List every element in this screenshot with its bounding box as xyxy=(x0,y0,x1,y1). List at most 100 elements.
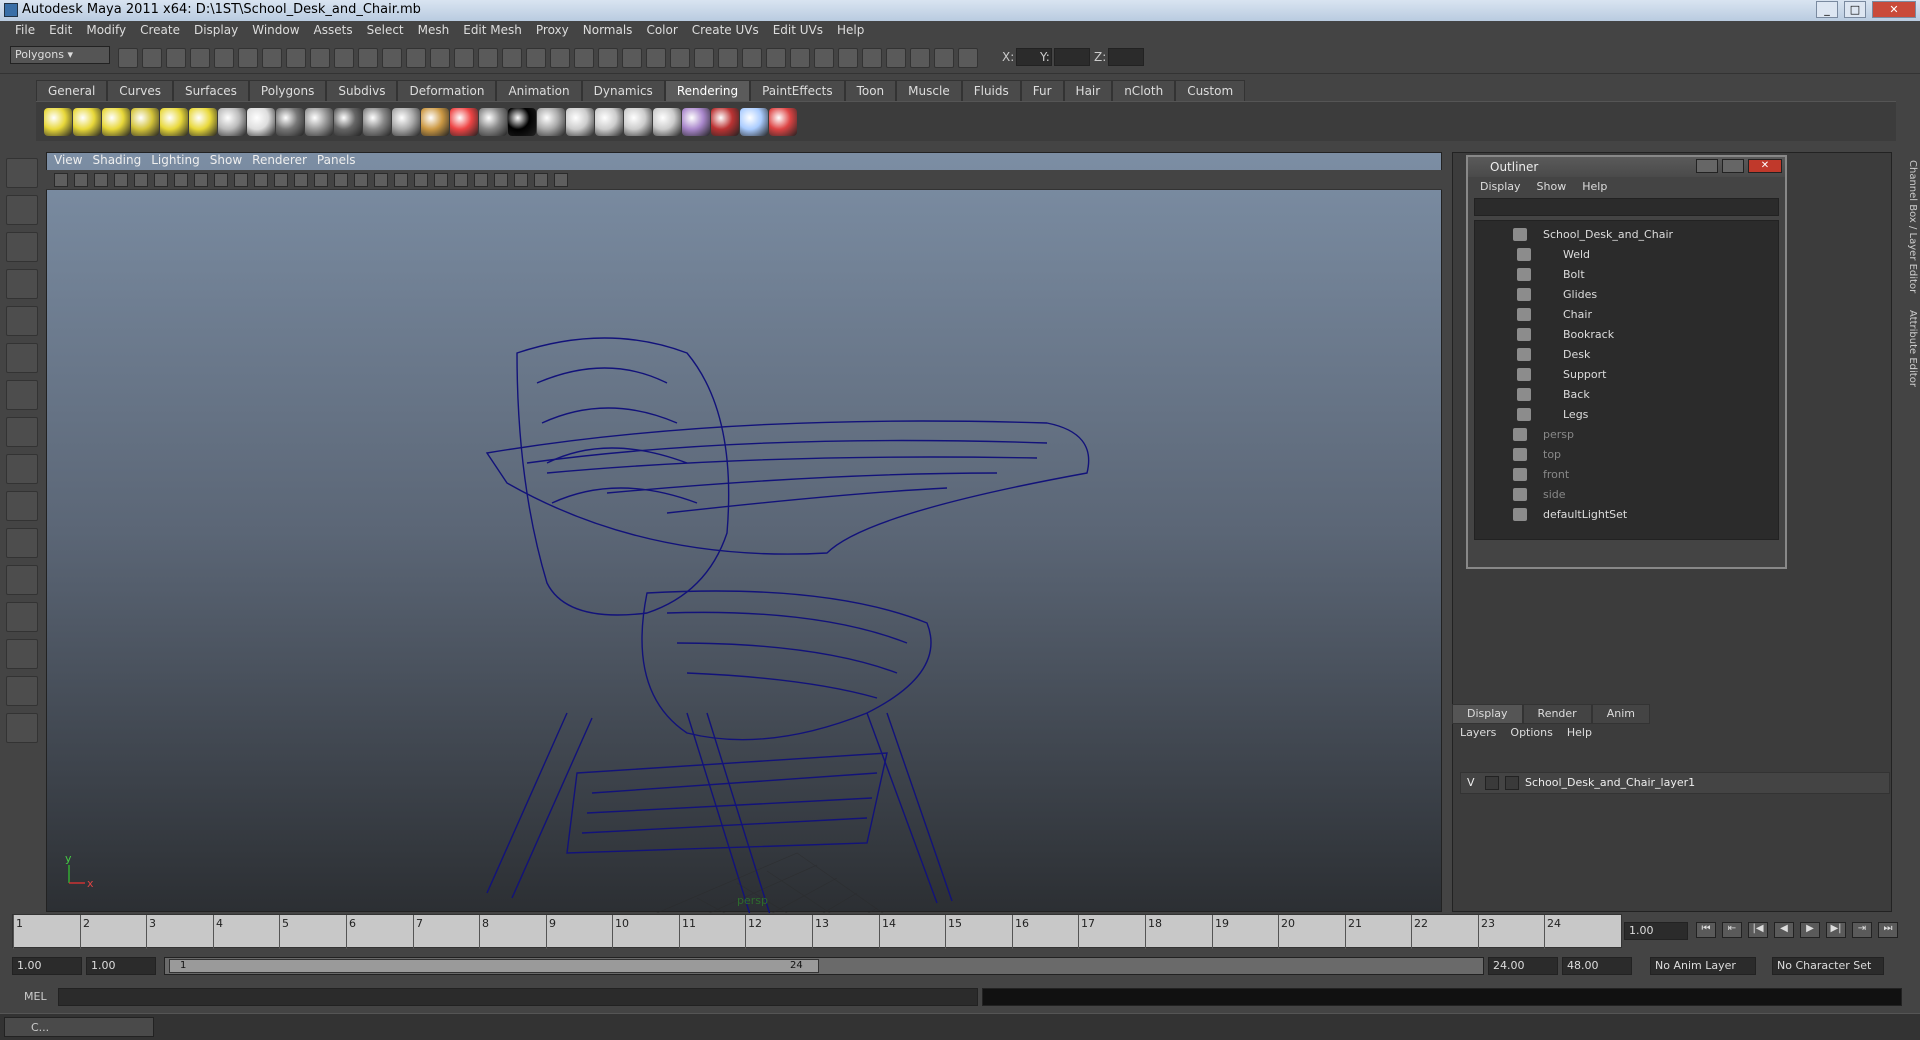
channel-box-side-tab[interactable]: Channel Box / Layer Editor xyxy=(1898,160,1918,300)
hypershade-icon[interactable] xyxy=(682,108,710,136)
shelf-tab-general[interactable]: General xyxy=(36,80,108,101)
status-tool-icon[interactable] xyxy=(286,48,306,68)
outliner-item[interactable]: Back xyxy=(1475,385,1765,405)
character-set-selector[interactable]: No Character Set xyxy=(1772,957,1884,975)
attribute-editor-side-tab[interactable]: Attribute Editor xyxy=(1898,310,1918,400)
soft-mod-icon[interactable] xyxy=(6,417,38,447)
outliner-item[interactable]: Desk xyxy=(1475,345,1765,365)
outliner-item[interactable]: Support xyxy=(1475,365,1765,385)
menu-create[interactable]: Create xyxy=(133,21,187,41)
status-tool-icon[interactable] xyxy=(934,48,954,68)
menu-edit-mesh[interactable]: Edit Mesh xyxy=(456,21,529,41)
layered-sphere-icon[interactable] xyxy=(363,108,391,136)
viewport-tool-icon[interactable] xyxy=(354,173,368,187)
area-light-icon[interactable] xyxy=(131,108,159,136)
animation-end-field[interactable]: 48.00 xyxy=(1562,957,1632,975)
shelf-tab-muscle[interactable]: Muscle xyxy=(896,80,962,101)
status-tool-icon[interactable] xyxy=(550,48,570,68)
shelf-tab-curves[interactable]: Curves xyxy=(107,80,173,101)
shelf-tab-fluids[interactable]: Fluids xyxy=(961,80,1021,101)
menu-color[interactable]: Color xyxy=(639,21,684,41)
status-tool-icon[interactable] xyxy=(310,48,330,68)
viewport-tool-icon[interactable] xyxy=(334,173,348,187)
outliner-item[interactable]: defaultLightSet xyxy=(1475,505,1765,525)
status-tool-icon[interactable] xyxy=(382,48,402,68)
outliner-item[interactable]: Bolt xyxy=(1475,265,1765,285)
range-slider[interactable]: 1 24 xyxy=(164,957,1484,975)
z-field[interactable] xyxy=(1108,48,1144,66)
anim-layer-selector[interactable]: No Anim Layer xyxy=(1650,957,1756,975)
viewport-tool-icon[interactable] xyxy=(214,173,228,187)
step-forward-frame-icon[interactable]: ▶| xyxy=(1826,922,1846,938)
outliner-menu-help[interactable]: Help xyxy=(1582,180,1607,193)
status-tool-icon[interactable] xyxy=(118,48,138,68)
render-view-icon[interactable] xyxy=(653,108,681,136)
outliner-minimize-button[interactable] xyxy=(1696,159,1718,173)
viewport-menu-lighting[interactable]: Lighting xyxy=(151,152,210,170)
rotate-tool-icon[interactable] xyxy=(6,306,38,336)
outliner-menu-show[interactable]: Show xyxy=(1537,180,1567,193)
viewport-menu-panels[interactable]: Panels xyxy=(317,152,366,170)
menu-display[interactable]: Display xyxy=(187,21,245,41)
menu-normals[interactable]: Normals xyxy=(576,21,640,41)
outliner-close-button[interactable]: ✕ xyxy=(1748,159,1782,173)
animation-start-field[interactable]: 1.00 xyxy=(12,957,82,975)
menu-edit[interactable]: Edit xyxy=(42,21,79,41)
outliner-item[interactable]: top xyxy=(1475,445,1765,465)
menu-window[interactable]: Window xyxy=(245,21,306,41)
batch-render-icon[interactable] xyxy=(624,108,652,136)
status-tool-icon[interactable] xyxy=(454,48,474,68)
volume-light-icon[interactable] xyxy=(160,108,188,136)
status-tool-icon[interactable] xyxy=(790,48,810,68)
viewport-tool-icon[interactable] xyxy=(434,173,448,187)
manipulator-icon[interactable] xyxy=(6,380,38,410)
outliner-layout-icon[interactable] xyxy=(6,602,38,632)
menu-select[interactable]: Select xyxy=(360,21,411,41)
blinn-sphere-icon[interactable] xyxy=(247,108,275,136)
viewport-tool-icon[interactable] xyxy=(174,173,188,187)
shelf-tab-polygons[interactable]: Polygons xyxy=(248,80,327,101)
shelf-tab-ncloth[interactable]: nCloth xyxy=(1112,80,1176,101)
viewport-tool-icon[interactable] xyxy=(414,173,428,187)
layer-menu-layers[interactable]: Layers xyxy=(1460,726,1496,739)
mel-input[interactable] xyxy=(58,988,978,1006)
layer-row[interactable]: V School_Desk_and_Chair_layer1 xyxy=(1460,772,1890,794)
viewport-tool-icon[interactable] xyxy=(274,173,288,187)
outliner-filter-field[interactable] xyxy=(1474,198,1779,216)
outliner-item[interactable]: persp xyxy=(1475,425,1765,445)
play-backwards-icon[interactable]: ◀ xyxy=(1774,922,1794,938)
status-tool-icon[interactable] xyxy=(430,48,450,68)
layer-color-swatch[interactable] xyxy=(1505,776,1519,790)
status-tool-icon[interactable] xyxy=(190,48,210,68)
viewport-tool-icon[interactable] xyxy=(114,173,128,187)
status-tool-icon[interactable] xyxy=(262,48,282,68)
minimized-window-item[interactable]: C... xyxy=(4,1017,154,1037)
ball-icon[interactable] xyxy=(740,108,768,136)
black-material-icon[interactable] xyxy=(508,108,536,136)
status-tool-icon[interactable] xyxy=(718,48,738,68)
shelf-tab-animation[interactable]: Animation xyxy=(496,80,582,101)
shelf-tab-custom[interactable]: Custom xyxy=(1175,80,1246,101)
playback-end-field[interactable]: 24.00 xyxy=(1488,957,1558,975)
step-back-frame-icon[interactable]: |◀ xyxy=(1748,922,1768,938)
layer-tab-anim[interactable]: Anim xyxy=(1591,704,1650,724)
uv-layout-icon[interactable] xyxy=(6,713,38,743)
shelf-tab-surfaces[interactable]: Surfaces xyxy=(172,80,249,101)
shelf-tab-painteffects[interactable]: PaintEffects xyxy=(750,80,845,101)
outliner-item[interactable]: Chair xyxy=(1475,305,1765,325)
viewport-menu-shading[interactable]: Shading xyxy=(92,152,151,170)
outliner-item[interactable]: Bookrack xyxy=(1475,325,1765,345)
status-tool-icon[interactable] xyxy=(670,48,690,68)
mode-selector[interactable]: Polygons ▾ xyxy=(10,46,110,64)
menu-assets[interactable]: Assets xyxy=(307,21,360,41)
viewport-tool-icon[interactable] xyxy=(154,173,168,187)
status-tool-icon[interactable] xyxy=(406,48,426,68)
menu-edit-uvs[interactable]: Edit UVs xyxy=(766,21,830,41)
graph-layout-icon[interactable] xyxy=(6,639,38,669)
viewport-menu-show[interactable]: Show xyxy=(210,152,252,170)
status-tool-icon[interactable] xyxy=(862,48,882,68)
shelf-tab-hair[interactable]: Hair xyxy=(1063,80,1113,101)
hypershade-layout-icon[interactable] xyxy=(6,676,38,706)
status-tool-icon[interactable] xyxy=(622,48,642,68)
minimize-button[interactable]: _ xyxy=(1816,1,1838,18)
